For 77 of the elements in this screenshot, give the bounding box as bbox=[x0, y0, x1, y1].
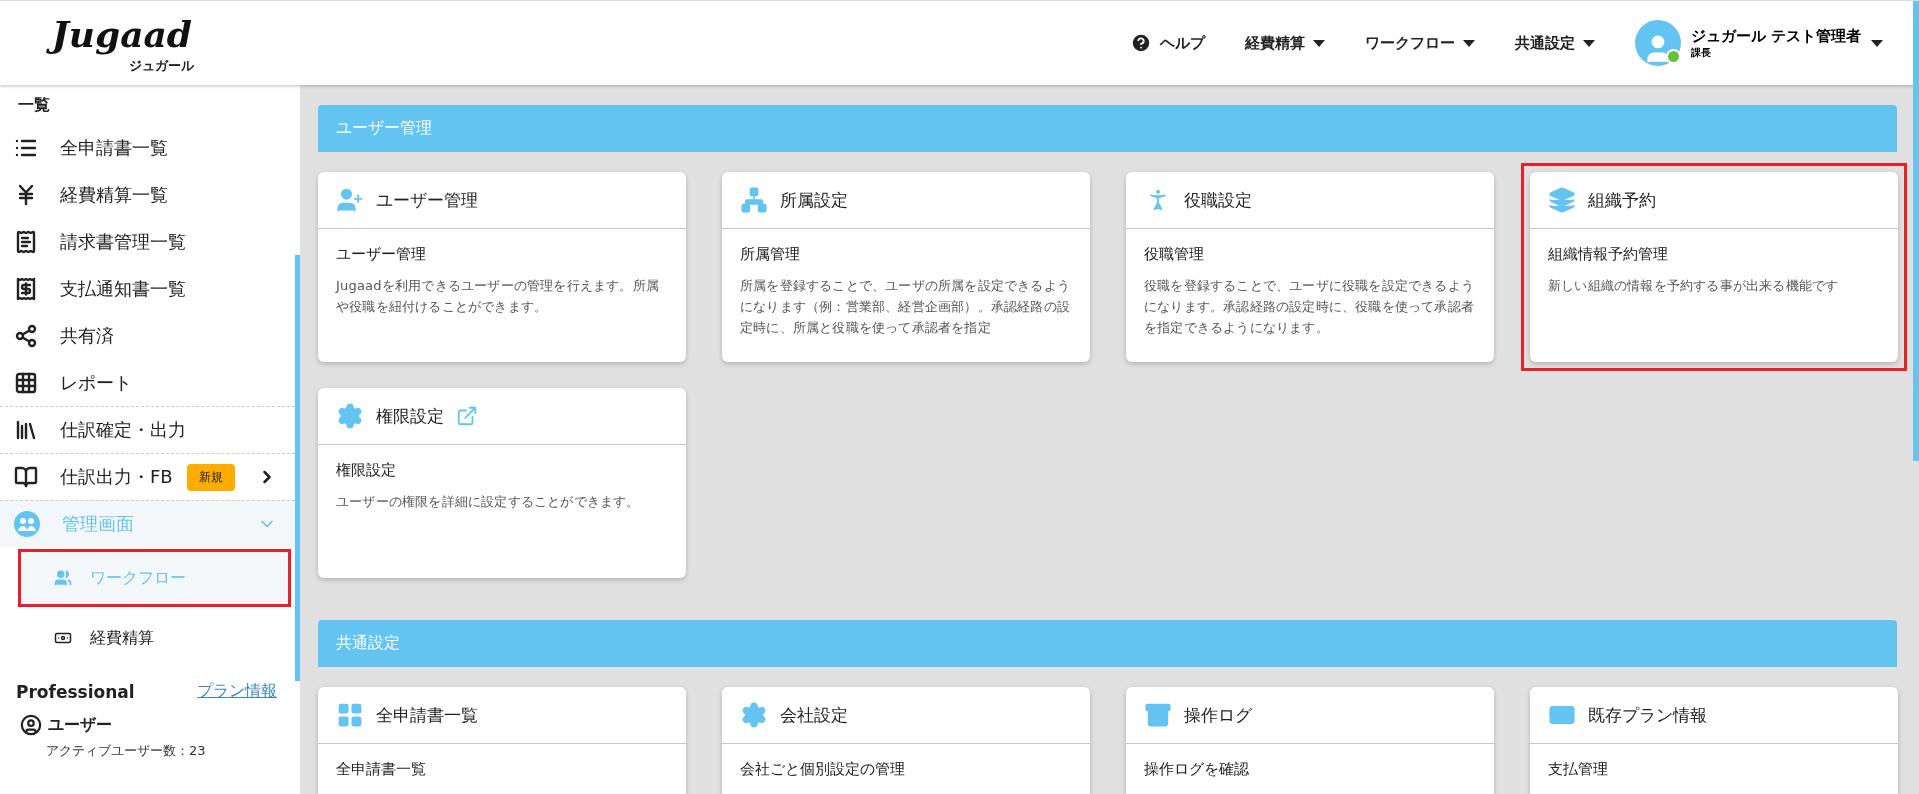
plan-name: Professional bbox=[16, 681, 135, 702]
sidebar-item[interactable]: 共有済 bbox=[0, 312, 295, 359]
sidebar-item[interactable]: 全申請書一覧 bbox=[0, 124, 295, 171]
card-title: 全申請書一覧 bbox=[376, 703, 478, 727]
card-subtitle: 操作ログを確認 bbox=[1144, 760, 1250, 779]
settings-card[interactable]: 会社設定 会社ごと個別設定の管理 bbox=[722, 687, 1090, 794]
card-title: 権限設定 bbox=[376, 404, 444, 428]
open-book-icon bbox=[14, 465, 38, 489]
card-title: 既存プラン情報 bbox=[1588, 703, 1707, 727]
card-title: 役職設定 bbox=[1184, 188, 1252, 212]
share-icon bbox=[14, 323, 38, 348]
stat-title: ユーザー bbox=[48, 714, 112, 736]
card-title: 操作ログ bbox=[1184, 703, 1252, 727]
logo-subtitle: ジュガール bbox=[129, 57, 194, 76]
settings-card[interactable]: 全申請書一覧 全申請書一覧 bbox=[318, 687, 686, 794]
card-subtitle: ユーザー管理 bbox=[336, 245, 427, 264]
card-title: ユーザー管理 bbox=[376, 188, 478, 212]
receipt-icon bbox=[14, 276, 38, 301]
sidebar-item[interactable]: 支払通知書一覧 bbox=[0, 265, 295, 312]
grid-icon bbox=[14, 370, 38, 395]
sidebar-item[interactable]: 経費精算一覧 bbox=[0, 171, 295, 218]
card-subtitle: 組織情報予約管理 bbox=[1548, 245, 1669, 264]
card-title: 所属設定 bbox=[780, 188, 848, 212]
new-badge: 新規 bbox=[186, 463, 235, 491]
help-icon bbox=[1129, 32, 1152, 54]
card-description: 役職を登録することで、ユーザに役職を設定できるようになります。承認経路の設定時に、役職を使って承認者を指定できるようになります。 bbox=[1144, 277, 1475, 337]
settings-card[interactable]: 権限設定 権限設定 ユーザーの権限を詳細に設定することができます。 bbox=[318, 388, 686, 578]
user-circle-icon bbox=[20, 714, 42, 736]
card-subtitle: 支払管理 bbox=[1548, 760, 1609, 779]
nav-menu[interactable]: ワークフロー bbox=[1364, 27, 1475, 59]
nav-menu[interactable]: 共通設定 bbox=[1514, 27, 1595, 59]
card-subtitle: 所属管理 bbox=[740, 245, 801, 264]
card-title: 組織予約 bbox=[1588, 188, 1656, 212]
scrollbar-thumb[interactable] bbox=[1913, 1, 1919, 461]
settings-card[interactable]: 役職設定 役職管理 役職を登録することで、ユーザに役職を設定できるようになります。承認経路の設定時に、役職を使って承認者を指定できるようになります。 bbox=[1126, 172, 1494, 362]
nav-menu[interactable]: 経費精算 bbox=[1244, 27, 1325, 59]
caret-icon bbox=[1871, 39, 1883, 47]
grid-icon bbox=[336, 701, 364, 729]
card-subtitle: 全申請書一覧 bbox=[336, 760, 427, 779]
plan-info-link[interactable]: プラン情報 bbox=[197, 681, 277, 702]
people-icon bbox=[54, 569, 72, 587]
scrollbar-thumb[interactable] bbox=[295, 255, 300, 681]
user-add-icon bbox=[336, 186, 364, 214]
active-user-count: アクティブユーザー数：23 bbox=[45, 742, 207, 760]
receipt-icon bbox=[14, 229, 38, 254]
settings-card[interactable]: 組織予約 組織情報予約管理 新しい組織の情報を予約する事が出来る機能です bbox=[1530, 172, 1898, 362]
archive-icon bbox=[1144, 701, 1172, 729]
card-description: 所属を登録することで、ユーザの所属を設定できるようになります（例：営業部、経営企画部）。承認経路の設定時に、所属と役職を使って承認者を指定 bbox=[740, 277, 1071, 337]
settings-card[interactable]: 既存プラン情報 支払管理 bbox=[1530, 687, 1898, 794]
settings-card[interactable]: 操作ログ 操作ログを確認 bbox=[1126, 687, 1494, 794]
people-circle-icon bbox=[14, 511, 40, 537]
section-header: ユーザー管理 bbox=[318, 105, 1897, 152]
external-link-icon[interactable] bbox=[456, 405, 478, 427]
library-icon bbox=[14, 418, 38, 442]
card-description: ユーザーの権限を詳細に設定することができます。 bbox=[336, 493, 641, 511]
sidebar-item[interactable]: レポート bbox=[0, 359, 295, 406]
sidebar-heading: 一覧 bbox=[17, 94, 51, 116]
layers-icon bbox=[1548, 186, 1576, 214]
card-subtitle: 権限設定 bbox=[336, 461, 397, 480]
settings-card[interactable]: 所属設定 所属管理 所属を登録することで、ユーザの所属を設定できるようになります（例：営業部、経営企画部）。承認経路の設定時に、所属と役職を使って承認者を指定 bbox=[722, 172, 1090, 362]
help-link[interactable]: ヘルプ bbox=[1129, 26, 1205, 60]
logo-text[interactable]: Jugaad bbox=[45, 10, 198, 58]
card-title: 会社設定 bbox=[780, 703, 848, 727]
sidebar-item[interactable]: 請求書管理一覧 bbox=[0, 218, 295, 265]
card-subtitle: 役職管理 bbox=[1144, 245, 1205, 264]
user-menu[interactable]: ジュガール テスト管理者 課長 bbox=[1634, 20, 1883, 66]
card-description: 新しい組織の情報を予約する事が出来る機能です bbox=[1548, 277, 1840, 295]
section-header: 共通設定 bbox=[318, 620, 1897, 667]
caret-icon bbox=[1462, 39, 1475, 47]
caret-icon bbox=[1312, 39, 1325, 47]
card-description: Jugaadを利用できるユーザーの管理を行えます。所属や役職を紐付けることができます。 bbox=[336, 277, 660, 316]
user-role: 課長 bbox=[1690, 45, 1711, 60]
hierarchy-icon bbox=[740, 186, 768, 214]
user-name: ジュガール テスト管理者 bbox=[1690, 26, 1861, 46]
caret-icon bbox=[1582, 39, 1595, 47]
card-subtitle: 会社ごと個別設定の管理 bbox=[740, 760, 906, 779]
settings-card[interactable]: ユーザー管理 ユーザー管理 Jugaadを利用できるユーザーの管理を行えます。所属や役職を紐付けることができます。 bbox=[318, 172, 686, 362]
